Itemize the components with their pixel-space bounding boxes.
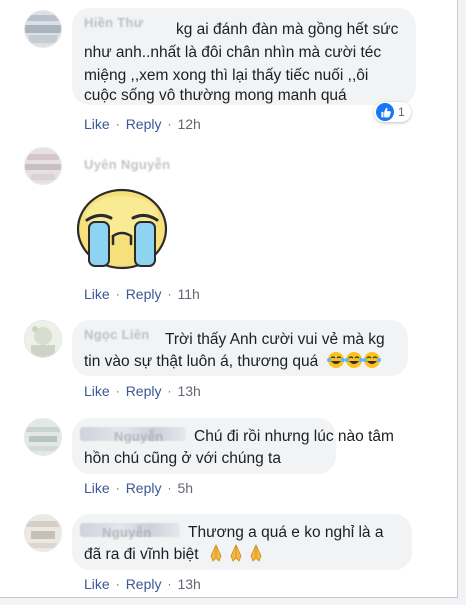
tears-of-joy-emoji [326,352,381,370]
comment-actions: Like · Reply · 13h [84,576,201,592]
comment-text-line: Thương a quá e ko nghỉ là a [188,524,384,541]
comment-actions: Like · Reply · 5h [84,480,194,496]
comment-text-line: cuộc sống vô thường mong manh quá [84,87,347,104]
comment-actions: Like · Reply · 11h [84,286,200,302]
comment-bubble: Ngọc Liên Trời thấy Anh cười vui vẻ mà k… [72,320,408,376]
author-name[interactable]: Uyên Nguyễn [84,157,170,172]
reply-link[interactable]: Reply [126,286,162,302]
author-name[interactable]: Ngọc Liên [84,324,150,346]
reply-link[interactable]: Reply [126,116,162,132]
timestamp[interactable]: 11h [177,286,199,302]
like-link[interactable]: Like [84,480,110,496]
comment-actions: Like · Reply · 12h [84,116,201,132]
like-link[interactable]: Like [84,116,110,132]
avatar[interactable] [24,320,62,358]
author-name[interactable]: Hiền Thư [84,12,143,34]
like-link[interactable]: Like [84,576,110,592]
comment-text-line: như anh..nhất là đôi chân nhìn mà cười t… [84,44,382,61]
comment-text-line: hồn chú cũng ở với chúng ta [84,450,281,467]
comment-actions: Like · Reply · 13h [84,383,201,399]
timestamp[interactable]: 13h [177,383,200,399]
timestamp[interactable]: 5h [177,480,193,496]
avatar[interactable] [24,10,62,48]
like-link[interactable]: Like [84,383,110,399]
avatar[interactable] [24,418,62,456]
comment-text-line: Trời thấy Anh cười vui vẻ mà kg [165,331,385,348]
window-edge [458,0,466,605]
like-link[interactable]: Like [84,286,110,302]
reaction-count[interactable]: 1 [374,102,411,122]
folded-hands-emoji [207,544,267,563]
reply-link[interactable]: Reply [126,383,162,399]
comment-text-line: đã ra đi vĩnh biệt [84,546,199,563]
author-name[interactable]: Nguyễn [114,426,163,448]
comment-text-line: Chú đi rồi nhưng lúc nào tâm [194,428,394,445]
comment-text-line: miệng ,,xem xong thì lại thấy tiếc nuối … [84,67,369,84]
reply-link[interactable]: Reply [126,480,162,496]
timestamp[interactable]: 12h [177,116,200,132]
window-edge [0,598,466,605]
comment-text-line: tin vào sự thật luôn á, thương quá [84,353,319,370]
comment-bubble: Hiền Thư kg ai đánh đàn mà gồng hết sức … [72,8,416,105]
comment-bubble: Nguyễn Chú đi rồi nhưng lúc nào tâm hồn … [72,418,394,474]
author-name[interactable]: Nguyễn [102,522,151,544]
reply-link[interactable]: Reply [126,576,162,592]
comments-panel: Hiền Thư kg ai đánh đàn mà gồng hết sức … [0,0,458,598]
like-reaction-icon [376,103,394,121]
comment-text-line: kg ai đánh đàn mà gồng hết sức [176,21,399,38]
crying-face-sticker [75,186,169,275]
timestamp[interactable]: 13h [177,576,200,592]
comment-bubble: Nguyễn Thương a quá e ko nghỉ là a đã ra… [72,514,412,570]
reaction-count-value: 1 [398,105,405,119]
avatar[interactable] [24,514,62,552]
avatar[interactable] [24,147,62,185]
